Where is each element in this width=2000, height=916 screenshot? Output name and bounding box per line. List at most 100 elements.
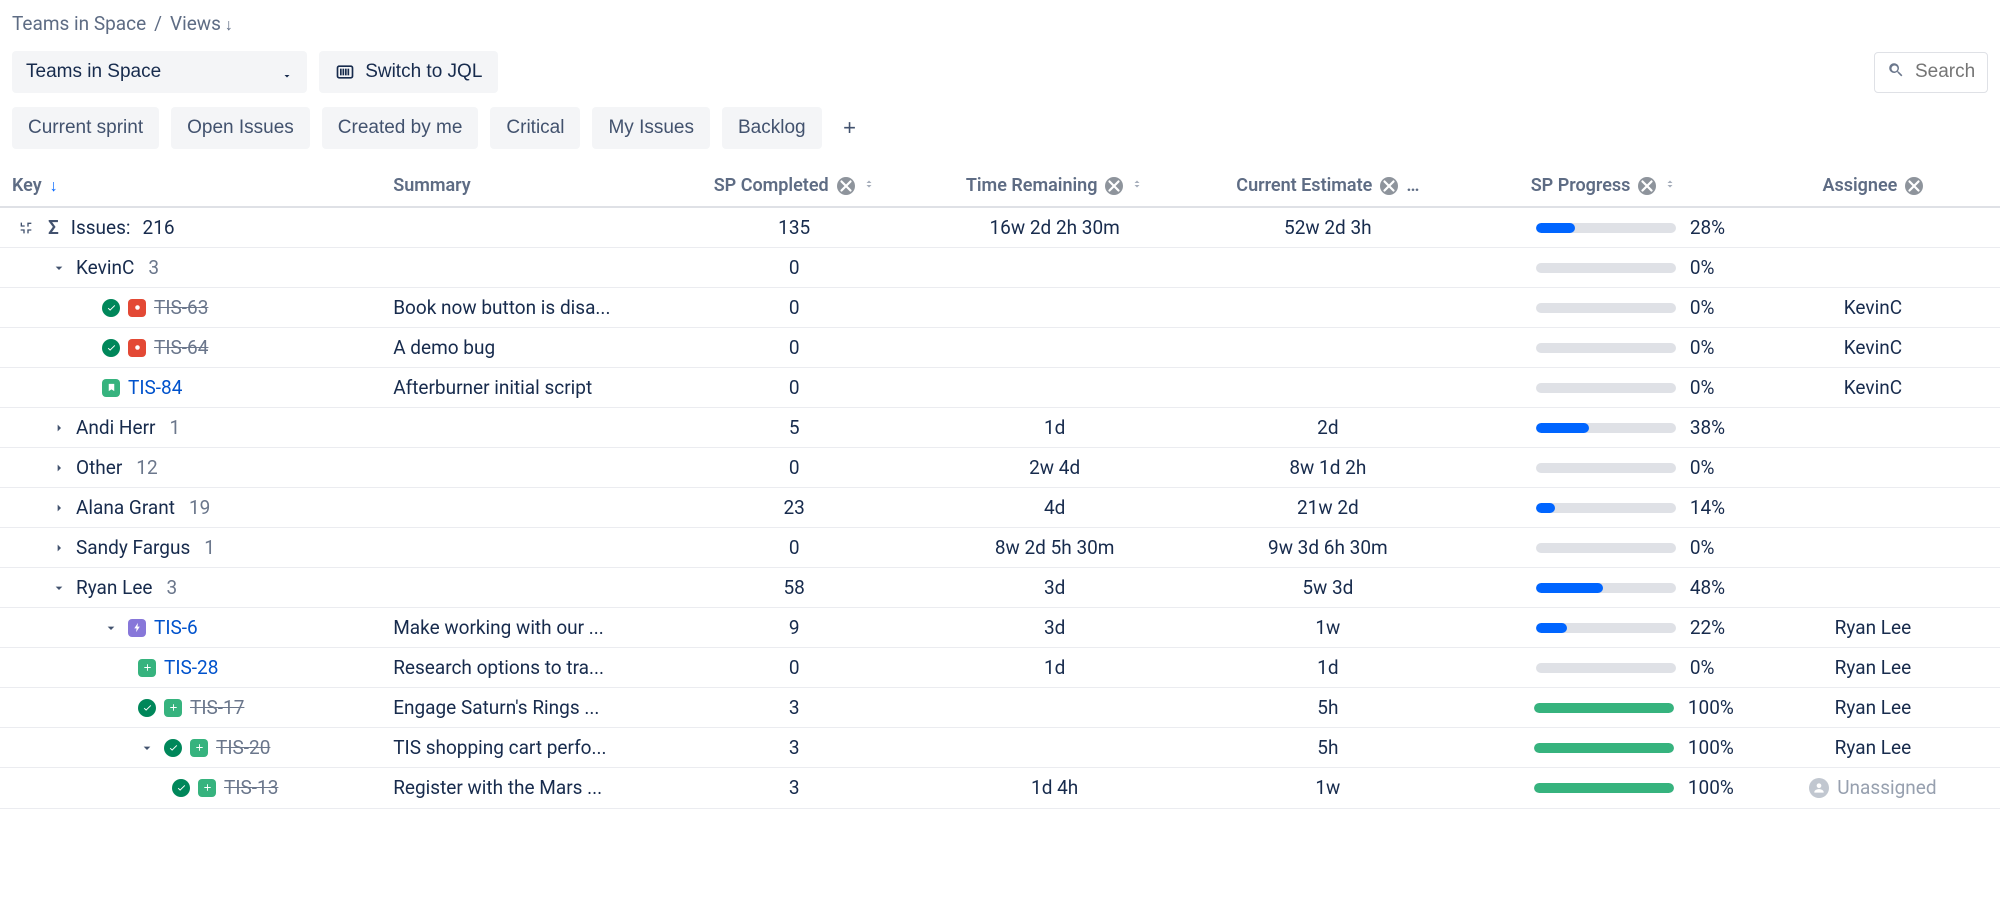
assignee-cell[interactable]: KevinC [1746,288,2000,328]
search-box[interactable] [1874,52,1988,93]
summary-cell[interactable]: Register with the Mars ... [381,768,673,809]
issue-key-link[interactable]: TIS-84 [128,376,182,399]
progress-cell: 100% [1473,696,1734,719]
assignee-cell [1746,408,2000,448]
assignee-cell[interactable]: Unassigned [1746,768,2000,809]
group-label[interactable]: Other [76,456,122,479]
issue-type-imp-icon [164,699,182,717]
col-time-remaining[interactable]: Time Remaining [915,165,1195,207]
done-check-icon [102,299,120,317]
summary-cell[interactable]: A demo bug [381,328,673,368]
time-remaining-cell [915,288,1195,328]
assignee-cell [1746,528,2000,568]
sp-completed-cell: 0 [673,248,914,288]
issue-row: TIS-63Book now button is disa...00%Kevin… [0,288,2000,328]
group-label[interactable]: Alana Grant [76,496,175,519]
issue-type-epic-icon [128,619,146,637]
col-sp-progress[interactable]: SP Progress [1461,165,1746,207]
issue-key-link[interactable]: TIS-6 [154,616,198,639]
group-count: 1 [169,416,180,439]
remove-column-icon[interactable] [1638,177,1656,195]
col-key-label: Key [12,175,42,196]
issue-key-link[interactable]: TIS-13 [224,776,278,799]
chip-backlog[interactable]: Backlog [722,107,822,149]
issue-row: TIS-13Register with the Mars ...31d 4h1w… [0,768,2000,809]
summary-cell[interactable]: Make working with our ... [381,608,673,648]
filter-bar: Teams in Space Switch to JQL [0,43,2000,103]
group-row: KevinC300% [0,248,2000,288]
col-assignee[interactable]: Assignee [1746,165,2000,207]
assignee-cell [1746,448,2000,488]
progress-pct: 100% [1688,696,1734,719]
summary-cell[interactable]: Book now button is disa... [381,288,673,328]
current-estimate-cell: 5h [1194,728,1461,768]
group-label[interactable]: Andi Herr [76,416,155,439]
collapse-all-icon[interactable] [18,220,34,236]
assignee-cell[interactable]: Ryan Lee [1746,648,2000,688]
progress-pct: 14% [1690,496,1734,519]
sort-asc-icon: ↓ [50,176,58,196]
issue-row: TIS-20TIS shopping cart perfo...35h100%R… [0,728,2000,768]
chevron-right-icon[interactable] [50,539,68,557]
search-icon [1887,61,1905,84]
table-header-row: Key ↓ Summary SP Completed Time Remainin… [0,165,2000,207]
breadcrumb: Teams in Space / Views [0,0,2000,43]
summary-cell [381,528,673,568]
sp-completed-cell: 5 [673,408,914,448]
remove-column-icon[interactable] [837,177,855,195]
chip-created-by-me[interactable]: Created by me [322,107,479,149]
chevron-down-icon[interactable] [102,619,120,637]
issue-key-link[interactable]: TIS-63 [154,296,208,319]
remove-column-icon[interactable] [1380,177,1398,195]
col-summary[interactable]: Summary [381,165,673,207]
breadcrumb-root[interactable]: Teams in Space [12,12,146,35]
chevron-right-icon[interactable] [50,499,68,517]
more-columns-icon[interactable]: … [1406,175,1419,196]
chevron-down-icon[interactable] [50,579,68,597]
chevron-right-icon[interactable] [50,459,68,477]
summary-cell[interactable]: Afterburner initial script [381,368,673,408]
issue-key-link[interactable]: TIS-17 [190,696,244,719]
chevron-down-icon[interactable] [50,259,68,277]
breadcrumb-views-dropdown[interactable]: Views [170,12,233,35]
chip-current-sprint[interactable]: Current sprint [12,107,159,149]
col-key[interactable]: Key ↓ [0,165,381,207]
col-sp-completed[interactable]: SP Completed [673,165,914,207]
issue-type-bug-icon [128,299,146,317]
progress-pct: 0% [1690,536,1734,559]
chip-open-issues[interactable]: Open Issues [171,107,310,149]
group-label[interactable]: Sandy Fargus [76,536,190,559]
assignee-cell[interactable]: KevinC [1746,328,2000,368]
issue-key-link[interactable]: TIS-64 [154,336,208,359]
issue-row: TIS-6Make working with our ...93d1w22%Ry… [0,608,2000,648]
progress-pct: 0% [1690,376,1734,399]
remove-column-icon[interactable] [1905,177,1923,195]
group-label[interactable]: KevinC [76,256,134,279]
chevron-right-icon[interactable] [50,419,68,437]
col-current-estimate[interactable]: Current Estimate … [1194,165,1461,207]
time-remaining-cell: 1d 4h [915,768,1195,809]
chip-critical[interactable]: Critical [490,107,580,149]
switch-to-jql-button[interactable]: Switch to JQL [319,51,498,93]
search-input[interactable] [1915,61,1975,83]
assignee-cell[interactable]: Ryan Lee [1746,688,2000,728]
project-dropdown-label: Teams in Space [26,61,161,83]
group-row: Sandy Fargus108w 2d 5h 30m9w 3d 6h 30m0% [0,528,2000,568]
col-sp-progress-label: SP Progress [1531,175,1631,196]
progress-cell: 0% [1473,656,1734,679]
sort-icon [863,178,875,194]
issue-key-link[interactable]: TIS-28 [164,656,218,679]
current-estimate-cell [1194,288,1461,328]
summary-cell[interactable]: TIS shopping cart perfo... [381,728,673,768]
assignee-cell[interactable]: KevinC [1746,368,2000,408]
chevron-down-icon[interactable] [138,739,156,757]
chip-my-issues[interactable]: My Issues [592,107,710,149]
group-label[interactable]: Ryan Lee [76,576,152,599]
assignee-cell[interactable]: Ryan Lee [1746,728,2000,768]
remove-column-icon[interactable] [1105,177,1123,195]
assignee-cell[interactable]: Ryan Lee [1746,608,2000,648]
summary-cell[interactable]: Engage Saturn's Rings ... [381,688,673,728]
summary-cell[interactable]: Research options to tra... [381,648,673,688]
issue-key-link[interactable]: TIS-20 [216,736,270,759]
project-dropdown[interactable]: Teams in Space [12,51,307,93]
